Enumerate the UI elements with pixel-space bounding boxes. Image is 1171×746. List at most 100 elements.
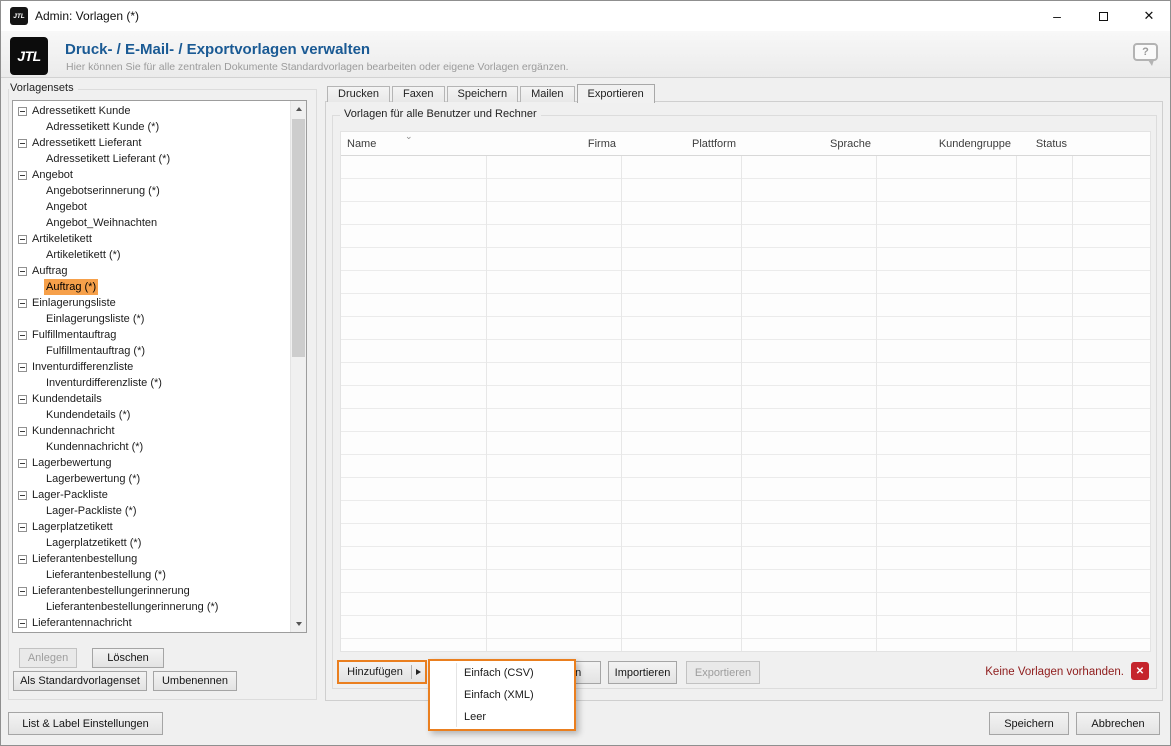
collapse-icon[interactable]	[18, 106, 27, 116]
help-icon[interactable]: ?	[1133, 43, 1161, 68]
tree-item[interactable]: Angebot	[13, 167, 306, 183]
collapse-icon[interactable]	[18, 618, 27, 628]
column-header-name[interactable]: Name ⌄	[341, 131, 486, 155]
column-header-sprache[interactable]: Sprache	[741, 132, 876, 155]
tree-item[interactable]: Lager-Packliste	[13, 487, 306, 503]
collapse-icon[interactable]	[18, 298, 27, 308]
menu-item[interactable]: Einfach (CSV)	[430, 662, 574, 684]
exportieren-button: Exportieren	[686, 661, 760, 684]
maximize-button[interactable]	[1080, 1, 1126, 31]
collapse-icon[interactable]	[18, 522, 27, 532]
tree-item[interactable]: Kundendetails (*)	[13, 407, 306, 423]
tree-item-label: Kundennachricht	[32, 425, 115, 437]
close-button[interactable]: ✕	[1126, 1, 1171, 31]
tree-item[interactable]: Lagerbewertung (*)	[13, 471, 306, 487]
tree-item[interactable]: Lagerplatzetikett (*)	[13, 535, 306, 551]
tab-exportieren[interactable]: Exportieren	[576, 84, 655, 103]
tree-item[interactable]: Fulfillmentauftrag	[13, 327, 306, 343]
tab-faxen[interactable]: Faxen	[391, 86, 445, 102]
collapse-icon[interactable]	[18, 586, 27, 596]
tree-item[interactable]: Lieferantenbestellung	[13, 551, 306, 567]
column-header-kundengruppe[interactable]: Kundengruppe	[876, 132, 1016, 155]
tree-item[interactable]: Adressetikett Lieferant	[13, 135, 306, 151]
collapse-icon[interactable]	[18, 266, 27, 276]
table-body[interactable]	[341, 156, 1150, 651]
error-icon: ✕	[1131, 662, 1149, 680]
context-menu[interactable]: Einfach (CSV) Einfach (XML) Leer	[428, 659, 576, 731]
collapse-icon[interactable]	[18, 170, 27, 180]
tree-item[interactable]: Einlagerungsliste	[13, 295, 306, 311]
tree-item-label: Inventurdifferenzliste (*)	[46, 377, 162, 389]
tree-item[interactable]: Lagerplatzetikett	[13, 519, 306, 535]
collapse-icon[interactable]	[18, 458, 27, 468]
scroll-down-icon[interactable]	[291, 616, 307, 632]
tree-item-label: Angebotserinnerung (*)	[46, 185, 160, 197]
tree-item[interactable]: Lieferantenbestellungerinnerung	[13, 583, 306, 599]
tree-item[interactable]: Auftrag	[13, 263, 306, 279]
vorlagensets-tree[interactable]: Adressetikett Kunde Adressetikett Kunde (…	[12, 100, 307, 633]
tree-item[interactable]: Kundennachricht	[13, 423, 306, 439]
umbenennen-button[interactable]: Umbenennen	[153, 671, 237, 691]
tab-drucken[interactable]: Drucken	[327, 86, 390, 102]
tree-item[interactable]: Lieferantennachricht	[13, 615, 306, 631]
scroll-up-icon[interactable]	[291, 101, 307, 117]
templates-table[interactable]: Name ⌄ Firma Plattform Sprache Kundengruppe St…	[340, 131, 1151, 652]
collapse-icon[interactable]	[18, 554, 27, 564]
hinzufuegen-button[interactable]: Hinzufügen	[337, 660, 427, 684]
tree-item[interactable]: Angebotserinnerung (*)	[13, 183, 306, 199]
tree-item[interactable]: Fulfillmentauftrag (*)	[13, 343, 306, 359]
collapse-icon[interactable]	[18, 490, 27, 500]
collapse-icon[interactable]	[18, 330, 27, 340]
tree-item[interactable]: Inventurdifferenzliste (*)	[13, 375, 306, 391]
tree-item[interactable]: Inventurdifferenzliste	[13, 359, 306, 375]
column-header-firma[interactable]: Firma	[486, 132, 621, 155]
tab-speichern[interactable]: Speichern	[446, 86, 519, 102]
list-label-button[interactable]: List & Label Einstellungen	[8, 712, 163, 735]
speichern-button[interactable]: Speichern	[989, 712, 1069, 735]
collapse-icon[interactable]	[18, 234, 27, 244]
column-separator	[486, 132, 487, 651]
tree-item[interactable]: Einlagerungsliste (*)	[13, 311, 306, 327]
column-header-status[interactable]: Status	[1016, 132, 1072, 155]
tab-mailen[interactable]: Mailen	[520, 86, 575, 102]
menu-item[interactable]: Einfach (XML)	[430, 684, 574, 706]
tree-item[interactable]: Lieferantenbestellungerinnerung (*)	[13, 599, 306, 615]
importieren-button[interactable]: Importieren	[608, 661, 677, 684]
column-header-plattform[interactable]: Plattform	[621, 132, 741, 155]
tree-item-label: Lieferantenbestellungerinnerung	[32, 585, 190, 597]
tree-scrollbar-thumb[interactable]	[292, 119, 305, 357]
sidebar-loeschen-button[interactable]: Löschen	[92, 648, 164, 668]
tree-item[interactable]: Angebot	[13, 199, 306, 215]
header-title: Druck- / E-Mail- / Exportvorlagen verwal…	[65, 41, 371, 58]
collapse-icon[interactable]	[18, 362, 27, 372]
dropdown-arrow-icon[interactable]	[412, 669, 425, 675]
tree-item[interactable]: Lieferantenbestellung (*)	[13, 567, 306, 583]
tree-item[interactable]: Adressetikett Kunde (*)	[13, 119, 306, 135]
tree-item[interactable]: Lager-Packliste (*)	[13, 503, 306, 519]
tree-item[interactable]: Artikeletikett (*)	[13, 247, 306, 263]
tree-scrollbar[interactable]	[290, 101, 306, 632]
tree-item[interactable]: Kundendetails	[13, 391, 306, 407]
tree-item-label: Lager-Packliste (*)	[46, 505, 137, 517]
tree-item[interactable]: Kundennachricht (*)	[13, 439, 306, 455]
minimize-button[interactable]: –	[1034, 1, 1080, 31]
collapse-icon[interactable]	[18, 394, 27, 404]
tree-item[interactable]: Adressetikett Lieferant (*)	[13, 151, 306, 167]
help-bubble-tail	[1148, 60, 1154, 66]
collapse-icon[interactable]	[18, 426, 27, 436]
titlebar: JTL Admin: Vorlagen (*) – ✕	[1, 1, 1170, 31]
tree-item[interactable]: Lagerbewertung	[13, 455, 306, 471]
column-separator	[621, 132, 622, 651]
tree-item-label: Fulfillmentauftrag (*)	[46, 345, 146, 357]
tree-item[interactable]: Adressetikett Kunde	[13, 103, 306, 119]
tree-item[interactable]: Auftrag (*)	[13, 279, 306, 295]
collapse-icon[interactable]	[18, 138, 27, 148]
tree-item[interactable]: Angebot_Weihnachten	[13, 215, 306, 231]
menu-item[interactable]: Leer	[430, 706, 574, 728]
als-standard-button[interactable]: Als Standardvorlagenset	[13, 671, 147, 691]
column-separator	[1016, 132, 1017, 651]
sort-icon[interactable]: ⌄	[405, 131, 413, 142]
tree-item[interactable]: Artikeletikett	[13, 231, 306, 247]
abbrechen-button[interactable]: Abbrechen	[1076, 712, 1160, 735]
tree-item-label: Auftrag	[32, 265, 68, 277]
